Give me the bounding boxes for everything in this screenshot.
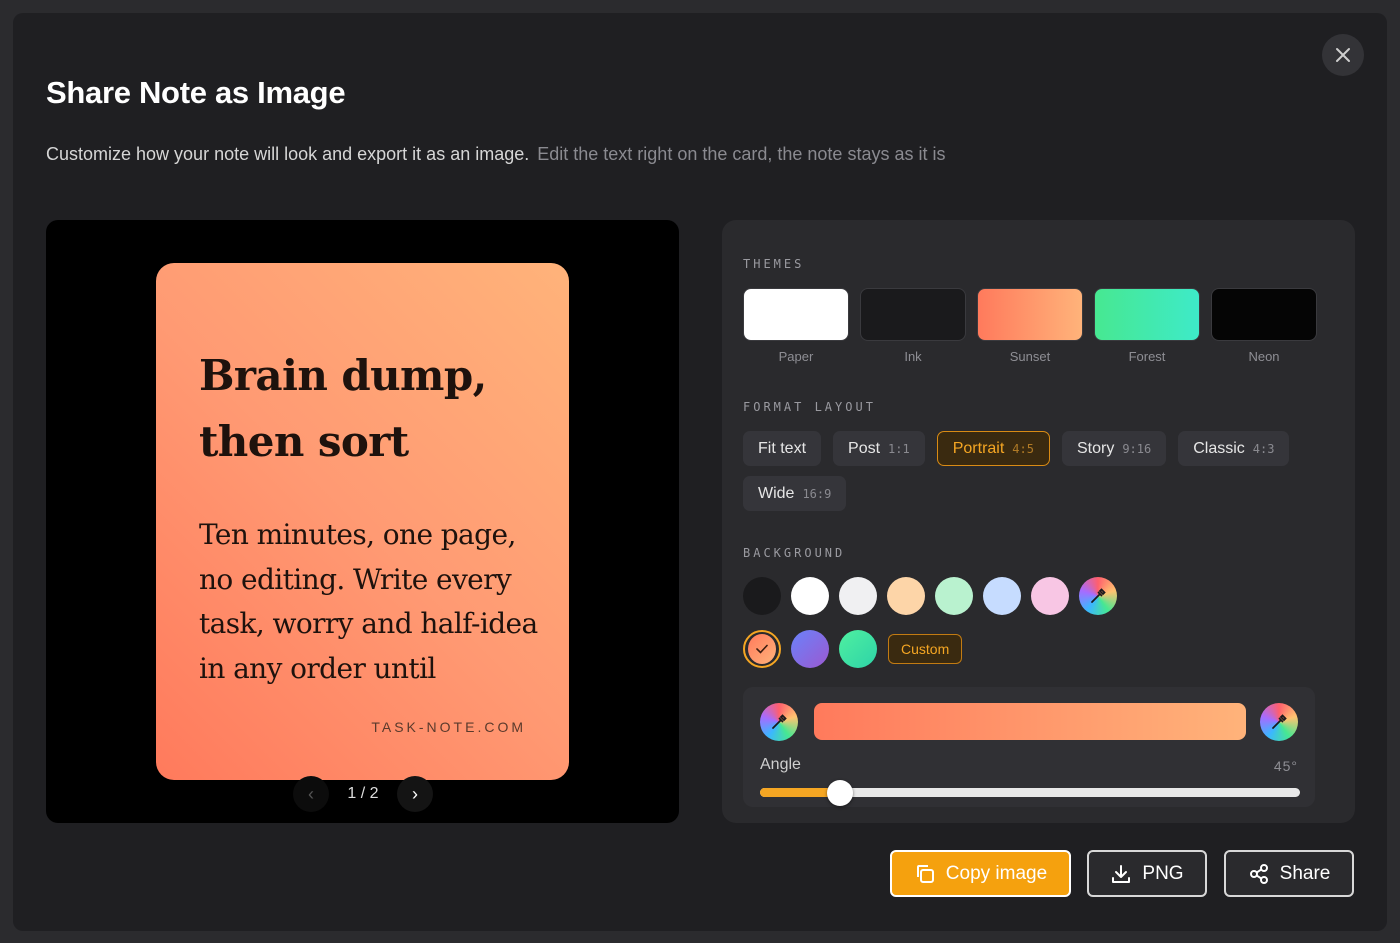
format-option[interactable]: Post 1:1 [833,431,925,466]
background-swatch[interactable] [791,577,829,615]
format-ratio: 9:16 [1122,441,1152,456]
check-icon [756,644,768,654]
close-icon [1336,48,1350,62]
format-ratio: 1:1 [888,441,910,456]
share-button[interactable]: Share [1224,850,1354,897]
download-png-button[interactable]: PNG [1087,850,1207,897]
theme-swatch[interactable] [743,288,849,341]
preview-area: Brain dump, then sort Ten minutes, one p… [46,220,679,823]
theme-swatch[interactable] [977,288,1083,341]
background-swatch[interactable] [887,577,925,615]
gradient-preview-bar [814,703,1246,740]
format-ratio: 4:3 [1252,441,1275,456]
page-indicator: 1 / 2 [347,785,379,802]
background-swatch[interactable] [1031,577,1069,615]
copy-image-button[interactable]: Copy image [890,850,1071,897]
format-option[interactable]: Fit text [743,431,822,466]
background-swatch-selected[interactable] [743,630,781,668]
png-label: PNG [1142,862,1184,884]
theme-option[interactable]: Ink [860,288,966,364]
settings-panel: THEMES Paper Ink Sunset Forest Neon FORMAT L… [722,220,1355,823]
dialog-title: Share Note as Image [46,75,346,110]
angle-slider-thumb[interactable] [826,780,853,806]
gradient-editor: Angle 45° [743,687,1315,807]
themes-label: THEMES [743,257,805,271]
eyedropper-icon [772,714,787,729]
format-label: FORMAT LAYOUT [743,400,876,414]
theme-name: Neon [1248,349,1280,364]
eyedropper-icon [1091,588,1106,603]
format-option[interactable]: Wide 16:9 [743,476,847,511]
gradient-start-picker[interactable] [760,703,798,741]
format-option[interactable]: Portrait 4:5 [936,431,1050,466]
format-option[interactable]: Classic 4:3 [1178,431,1290,466]
theme-name: Forest [1128,349,1166,364]
format-label: Classic [1193,439,1245,457]
theme-option[interactable]: Forest [1094,288,1200,364]
share-label: Share [1279,862,1331,884]
theme-swatch[interactable] [860,288,966,341]
format-label: Story [1076,439,1115,457]
share-dialog: Share Note as Image Customize how your n… [13,13,1387,931]
dialog-subtitle: Customize how your note will look and ex… [46,144,945,165]
card-body[interactable]: Ten minutes, one page, no editing. Write… [199,513,544,691]
theme-option[interactable]: Sunset [977,288,1083,364]
close-button[interactable] [1322,34,1364,76]
background-swatch[interactable] [839,630,877,668]
background-swatch[interactable] [839,577,877,615]
background-swatches-row-1 [743,577,1117,615]
background-label: BACKGROUND [743,546,846,560]
subtitle-hint: Edit the text right on the card, the not… [537,144,946,164]
note-card: Brain dump, then sort Ten minutes, one p… [156,263,569,780]
background-swatch[interactable] [935,577,973,615]
format-ratio: 16:9 [802,486,832,501]
background-swatches-row-2: Custom [743,630,963,668]
format-label: Wide [758,484,795,502]
theme-name: Ink [904,349,922,364]
theme-name: Sunset [1009,349,1051,364]
pager: ‹ 1 / 2 › [293,775,433,813]
background-swatch[interactable] [983,577,1021,615]
theme-list: Paper Ink Sunset Forest Neon [743,288,1317,364]
background-swatch[interactable] [743,577,781,615]
theme-name: Paper [778,349,814,364]
next-page-button[interactable]: › [396,776,433,812]
card-footer: TASK-NOTE.COM [371,719,526,735]
gradient-end-picker[interactable] [1260,703,1298,741]
prev-page-button[interactable]: ‹ [293,776,329,812]
format-option[interactable]: Story 9:16 [1061,431,1167,466]
angle-label: Angle [760,756,801,773]
angle-value: 45° [1273,758,1298,774]
download-icon [1112,864,1131,883]
format-label: Portrait [952,439,1005,457]
subtitle-text: Customize how your note will look and ex… [46,144,530,164]
custom-background-button[interactable]: Custom [888,634,963,664]
format-ratio: 4:5 [1012,441,1034,456]
theme-swatch[interactable] [1211,288,1317,341]
background-color-picker[interactable] [1079,577,1117,615]
background-swatch[interactable] [791,630,829,668]
format-label: Post [848,439,881,457]
format-label: Fit text [758,439,807,457]
theme-swatch[interactable] [1094,288,1200,341]
eyedropper-icon [1272,714,1287,729]
theme-option[interactable]: Neon [1211,288,1317,364]
copy-icon [916,864,934,883]
copy-image-label: Copy image [945,862,1048,884]
background-swatch-fill [748,634,776,664]
share-icon [1249,863,1268,884]
format-list: Fit text Post 1:1 Portrait 4:5 Story 9:16 Class… [743,431,1343,511]
card-title[interactable]: Brain dump, then sort [199,343,539,475]
theme-option[interactable]: Paper [743,288,849,364]
angle-slider[interactable] [760,780,1300,806]
